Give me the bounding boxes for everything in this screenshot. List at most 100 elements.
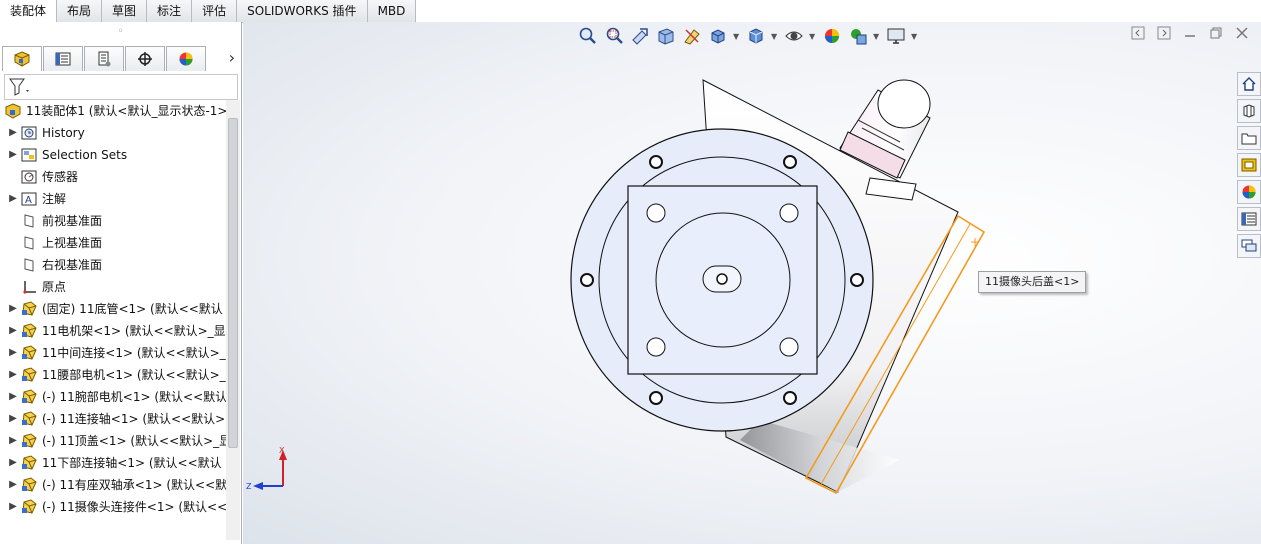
tree-item[interactable]: ▶ A 注解: [0, 188, 226, 210]
feature-manager-icon: [14, 51, 30, 67]
tree-item-label: (-) 11摄像头连接件<1> (默认<<: [42, 500, 226, 514]
filter-icon[interactable]: [7, 76, 33, 98]
view-settings-button[interactable]: [885, 26, 907, 46]
feature-manager-tab[interactable]: [2, 46, 42, 71]
tree-expander[interactable]: ▶: [6, 298, 20, 320]
tree-item[interactable]: 前视基准面: [0, 210, 226, 232]
tree-expander[interactable]: ▶: [6, 188, 20, 210]
view-settings-dropdown[interactable]: ▼: [911, 32, 919, 41]
task-pane-design-library[interactable]: [1237, 99, 1261, 123]
part-icon: [22, 499, 37, 514]
task-pane-home[interactable]: [1237, 72, 1261, 96]
part-icon: [22, 477, 37, 492]
tree-item[interactable]: ▶ (固定) 11底管<1> (默认<<默认: [0, 298, 226, 320]
square-mount-plate[interactable]: [627, 185, 818, 375]
apply-scene-dropdown[interactable]: ▼: [873, 32, 881, 41]
tree-item[interactable]: ▶ 11电机架<1> (默认<<默认>_显: [0, 320, 226, 342]
tree-item[interactable]: ▶ (-) 11连接轴<1> (默认<<默认>: [0, 408, 226, 430]
tile-icon[interactable]: [1157, 26, 1171, 40]
tree-item-label: 11腰部电机<1> (默认<<默认>_: [42, 368, 226, 382]
tree-item[interactable]: 右视基准面: [0, 254, 226, 276]
task-pane-custom-properties[interactable]: [1237, 207, 1261, 231]
panel-tabs-more-chevron[interactable]: ›: [229, 48, 235, 67]
edit-appearance-button[interactable]: [821, 26, 843, 46]
tree-filter-bar[interactable]: [4, 74, 238, 100]
minimize-icon[interactable]: [1183, 26, 1197, 40]
task-pane-forum[interactable]: [1237, 234, 1261, 258]
assembly-model-view[interactable]: +: [243, 22, 1261, 544]
tree-item-icon: [20, 367, 38, 383]
task-pane-file-explorer[interactable]: [1237, 126, 1261, 150]
tree-expander[interactable]: ▶: [6, 496, 20, 518]
display-style-dropdown[interactable]: ▼: [771, 32, 779, 41]
tab-assembly[interactable]: 装配体: [0, 0, 58, 23]
configuration-manager-tab[interactable]: [84, 46, 124, 71]
task-pane-appearances[interactable]: [1237, 180, 1261, 204]
tree-item[interactable]: ▶ History: [0, 122, 226, 144]
tree-expander[interactable]: ▶: [6, 474, 20, 496]
feature-tree-scrollbar[interactable]: [226, 100, 240, 540]
dimxpert-icon: [138, 52, 152, 66]
view-orientation-button[interactable]: [707, 26, 729, 46]
tree-item[interactable]: ▶ 11下部连接轴<1> (默认<<默认: [0, 452, 226, 474]
tab-markup[interactable]: 标注: [147, 0, 193, 22]
previous-view-button[interactable]: [629, 26, 651, 46]
tree-expander[interactable]: ▶: [6, 122, 20, 144]
tree-item[interactable]: ▶ (-) 11有座双轴承<1> (默认<<默: [0, 474, 226, 496]
tree-item[interactable]: ▶ 11中间连接<1> (默认<<默认>_: [0, 342, 226, 364]
tree-item-label: 11下部连接轴<1> (默认<<默认: [42, 456, 222, 470]
tree-expander[interactable]: ▶: [6, 320, 20, 342]
section-view-icon: [658, 28, 674, 45]
home-icon: [1242, 77, 1256, 91]
task-pane-view-palette[interactable]: [1237, 153, 1261, 177]
tree-root-assembly[interactable]: 11装配体1 (默认<默认_显示状态-1>: [0, 100, 226, 122]
part-icon: [22, 411, 37, 426]
dynamic-annotation-button[interactable]: [681, 26, 703, 46]
hide-show-items-dropdown[interactable]: ▼: [809, 32, 817, 41]
tree-item[interactable]: ▶ (-) 11摄像头连接件<1> (默认<<: [0, 496, 226, 518]
zoom-to-area-button[interactable]: [603, 26, 625, 46]
section-view-button[interactable]: [655, 26, 677, 46]
tree-expander[interactable]: ▶: [6, 364, 20, 386]
tree-expander[interactable]: ▶: [6, 386, 20, 408]
tab-solidworks-addins[interactable]: SOLIDWORKS 插件: [237, 0, 368, 22]
tree-item[interactable]: ▶ (-) 11腕部电机<1> (默认<<默认: [0, 386, 226, 408]
tree-expander[interactable]: ▶: [6, 342, 20, 364]
tree-item-label: (固定) 11底管<1> (默认<<默认: [42, 302, 223, 316]
feature-tree-scroll-thumb[interactable]: [228, 118, 238, 448]
tab-layout[interactable]: 布局: [57, 0, 103, 22]
part-icon: [22, 323, 37, 338]
view-orientation-dropdown[interactable]: ▼: [733, 32, 741, 41]
tree-item-icon: [20, 389, 38, 405]
property-manager-tab[interactable]: [43, 46, 83, 71]
hide-show-items-button[interactable]: [783, 26, 805, 46]
tree-item[interactable]: ▶ 11腰部电机<1> (默认<<默认>_: [0, 364, 226, 386]
tab-mbd[interactable]: MBD: [367, 0, 417, 22]
apply-scene-button[interactable]: [847, 26, 869, 46]
tree-expander[interactable]: ▶: [6, 144, 20, 166]
tree-expander[interactable]: ▶: [6, 430, 20, 452]
zoom-to-fit-button[interactable]: [577, 26, 599, 46]
tree-expander[interactable]: ▶: [6, 408, 20, 430]
part-icon: [22, 455, 37, 470]
restore-tile-icon[interactable]: [1131, 26, 1145, 40]
tree-item[interactable]: ▶ Selection Sets: [0, 144, 226, 166]
tree-expander[interactable]: ▶: [6, 452, 20, 474]
tab-evaluate[interactable]: 评估: [192, 0, 238, 22]
tree-item[interactable]: 原点: [0, 276, 226, 298]
close-icon[interactable]: [1235, 26, 1249, 40]
tree-item[interactable]: 上视基准面: [0, 232, 226, 254]
dimxpert-tab[interactable]: [125, 46, 165, 71]
panel-grip-handle[interactable]: ◦: [0, 22, 241, 42]
dynamic-annotation-icon: [684, 29, 700, 45]
part-icon: [22, 433, 37, 448]
tree-item[interactable]: 传感器: [0, 166, 226, 188]
restore-icon[interactable]: [1209, 26, 1223, 40]
tree-item[interactable]: ▶ (-) 11顶盖<1> (默认<<默认>_显: [0, 430, 226, 452]
tab-sketch[interactable]: 草图: [102, 0, 148, 22]
view-orientation-icon: [711, 29, 725, 44]
display-manager-tab[interactable]: [166, 46, 206, 71]
tree-item-label: 上视基准面: [42, 236, 103, 250]
graphics-area[interactable]: + ▼ ▼ ▼ ▼ ▼: [243, 22, 1261, 544]
display-style-button[interactable]: [745, 26, 767, 46]
